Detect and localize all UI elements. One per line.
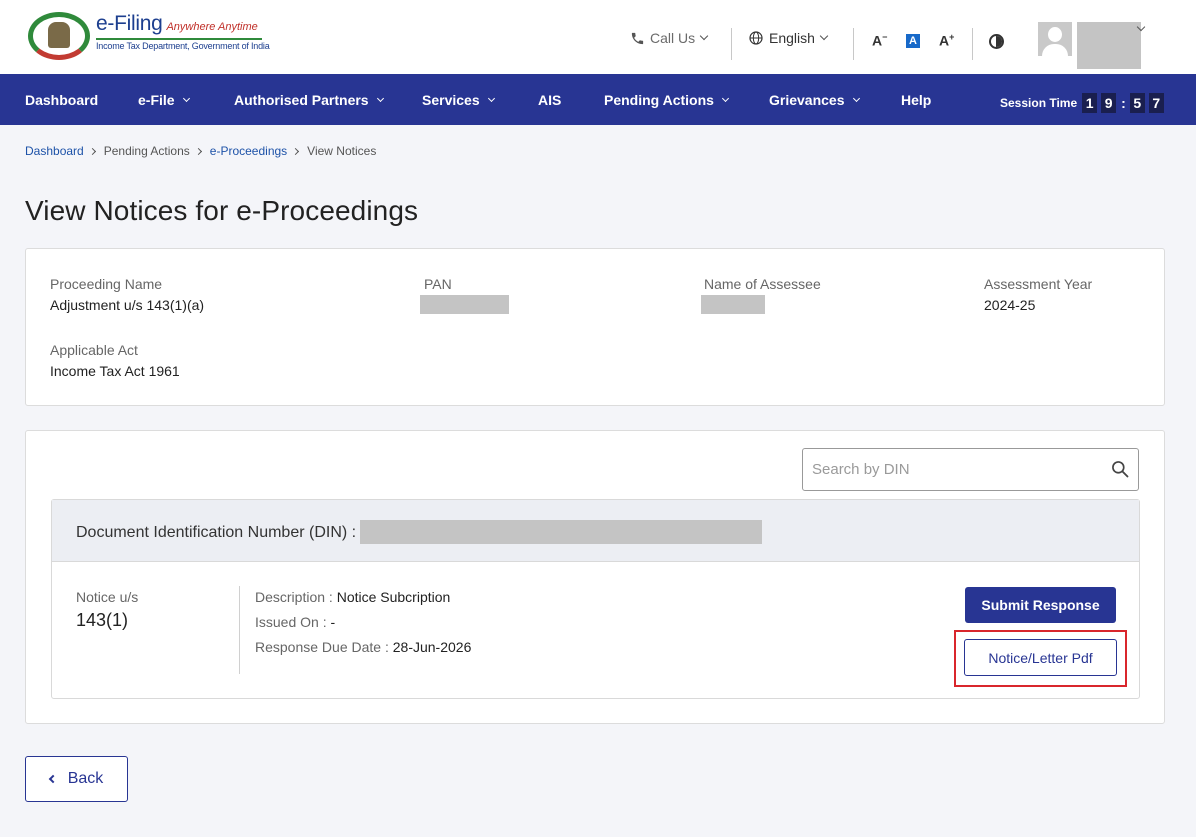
breadcrumb-dashboard[interactable]: Dashboard [25, 144, 84, 158]
session-colon: : [1121, 95, 1126, 111]
logo-subtitle: Income Tax Department, Government of Ind… [96, 41, 270, 51]
field-value: Income Tax Act 1961 [50, 363, 180, 379]
assessee-redacted [701, 295, 765, 314]
pan-field: PAN [424, 276, 452, 292]
call-us-label: Call Us [650, 30, 696, 46]
field-value: 2024-25 [984, 297, 1036, 313]
session-digit: 7 [1148, 93, 1164, 113]
notice-us-value: 143(1) [76, 610, 129, 630]
nav-ais[interactable]: AIS [538, 92, 561, 108]
search-icon[interactable] [1110, 459, 1130, 479]
din-header: Document Identification Number (DIN) : [52, 500, 1139, 562]
chevron-right-icon [88, 147, 96, 155]
font-decrease-button[interactable]: A− [872, 32, 887, 49]
globe-icon [749, 31, 763, 45]
breadcrumb-view-notices: View Notices [307, 144, 377, 158]
nav-help[interactable]: Help [901, 92, 931, 108]
chevron-down-icon [699, 31, 709, 41]
notice-us-label: Notice u/s [76, 589, 139, 605]
main-nav: Dashboard e-File Authorised Partners Ser… [0, 74, 1196, 125]
nav-services[interactable]: Services [422, 92, 495, 108]
back-button[interactable]: Back [25, 756, 128, 802]
contrast-icon[interactable] [989, 34, 1004, 49]
breadcrumb: Dashboard Pending Actions e-Proceedings … [25, 144, 376, 158]
due-date-row: Response Due Date : 28-Jun-2026 [255, 639, 471, 655]
notice-item: Document Identification Number (DIN) : N… [51, 499, 1140, 699]
nav-authorised-partners[interactable]: Authorised Partners [234, 92, 384, 108]
phone-icon [631, 32, 644, 44]
avatar[interactable] [1038, 22, 1072, 56]
chevron-down-icon [819, 31, 829, 41]
description-value: Notice Subcription [336, 589, 451, 605]
pan-redacted [420, 295, 509, 314]
field-label: PAN [424, 276, 452, 292]
field-value: Adjustment u/s 143(1)(a) [50, 297, 205, 313]
call-us-dropdown[interactable]: Call Us [630, 30, 709, 46]
nav-efile[interactable]: e-File [138, 92, 190, 108]
logo-tagline: Anywhere Anytime [166, 21, 258, 33]
chevron-down-icon [182, 94, 190, 102]
language-dropdown[interactable]: English [748, 30, 829, 46]
submit-response-button[interactable]: Submit Response [965, 587, 1116, 623]
field-label: Proceeding Name [50, 276, 163, 292]
language-label: English [769, 30, 815, 46]
nav-grievances[interactable]: Grievances [769, 92, 860, 108]
breadcrumb-e-proceedings[interactable]: e-Proceedings [210, 144, 287, 158]
divider [239, 586, 240, 674]
issued-on-label: Issued On : [255, 614, 331, 630]
notices-card: Document Identification Number (DIN) : N… [25, 430, 1165, 724]
assessee-field: Name of Assessee [704, 276, 821, 292]
due-date-value: 28-Jun-2026 [392, 639, 472, 655]
session-label: Session Time [1000, 96, 1078, 110]
user-name-redacted[interactable] [1077, 22, 1141, 69]
field-label: Name of Assessee [704, 276, 821, 292]
chevron-right-icon [292, 147, 300, 155]
issued-on-row: Issued On : - [255, 614, 335, 630]
chevron-left-icon [48, 774, 57, 784]
session-digit: 1 [1082, 93, 1098, 113]
breadcrumb-pending-actions: Pending Actions [103, 144, 190, 158]
assessment-year-field: Assessment Year 2024-25 [984, 276, 1092, 313]
efiling-logo[interactable]: e-Filing Anywhere Anytime Income Tax Dep… [26, 12, 270, 60]
session-timer: Session Time 1 9 : 5 7 [1000, 93, 1164, 113]
chevron-down-icon [487, 94, 495, 102]
description-row: Description : Notice Subcription [255, 589, 450, 605]
page-title: View Notices for e-Proceedings [25, 195, 419, 226]
proceeding-info-card: Proceeding Name Adjustment u/s 143(1)(a)… [25, 248, 1165, 406]
emblem-icon [26, 12, 90, 60]
chevron-down-icon [721, 94, 729, 102]
chevron-down-icon [852, 94, 860, 102]
search-input[interactable] [803, 449, 1093, 490]
nav-dashboard[interactable]: Dashboard [25, 92, 98, 108]
font-normal-button[interactable]: A [906, 34, 920, 48]
din-label: Document Identification Number (DIN) : [76, 524, 357, 541]
applicable-act-field: Applicable Act Income Tax Act 1961 [50, 342, 180, 379]
chevron-right-icon [194, 147, 202, 155]
din-redacted [360, 520, 762, 544]
logo-text: e-Filing Anywhere Anytime Income Tax Dep… [96, 12, 270, 51]
search-box [802, 448, 1139, 491]
top-header: e-Filing Anywhere Anytime Income Tax Dep… [0, 0, 1196, 74]
notice-letter-pdf-button[interactable]: Notice/Letter Pdf [964, 639, 1117, 676]
nav-pending-actions[interactable]: Pending Actions [604, 92, 729, 108]
description-label: Description : [255, 589, 337, 605]
chevron-down-icon [376, 94, 384, 102]
back-label: Back [67, 770, 104, 787]
due-date-label: Response Due Date : [255, 639, 393, 655]
field-label: Applicable Act [50, 342, 138, 358]
issued-on-value: - [330, 614, 336, 630]
font-increase-button[interactable]: A+ [939, 32, 954, 49]
proceeding-name-field: Proceeding Name Adjustment u/s 143(1)(a) [50, 276, 204, 313]
session-digit: 9 [1101, 93, 1117, 113]
field-label: Assessment Year [984, 276, 1093, 292]
logo-title: e-Filing [96, 12, 163, 35]
session-digit: 5 [1129, 93, 1145, 113]
